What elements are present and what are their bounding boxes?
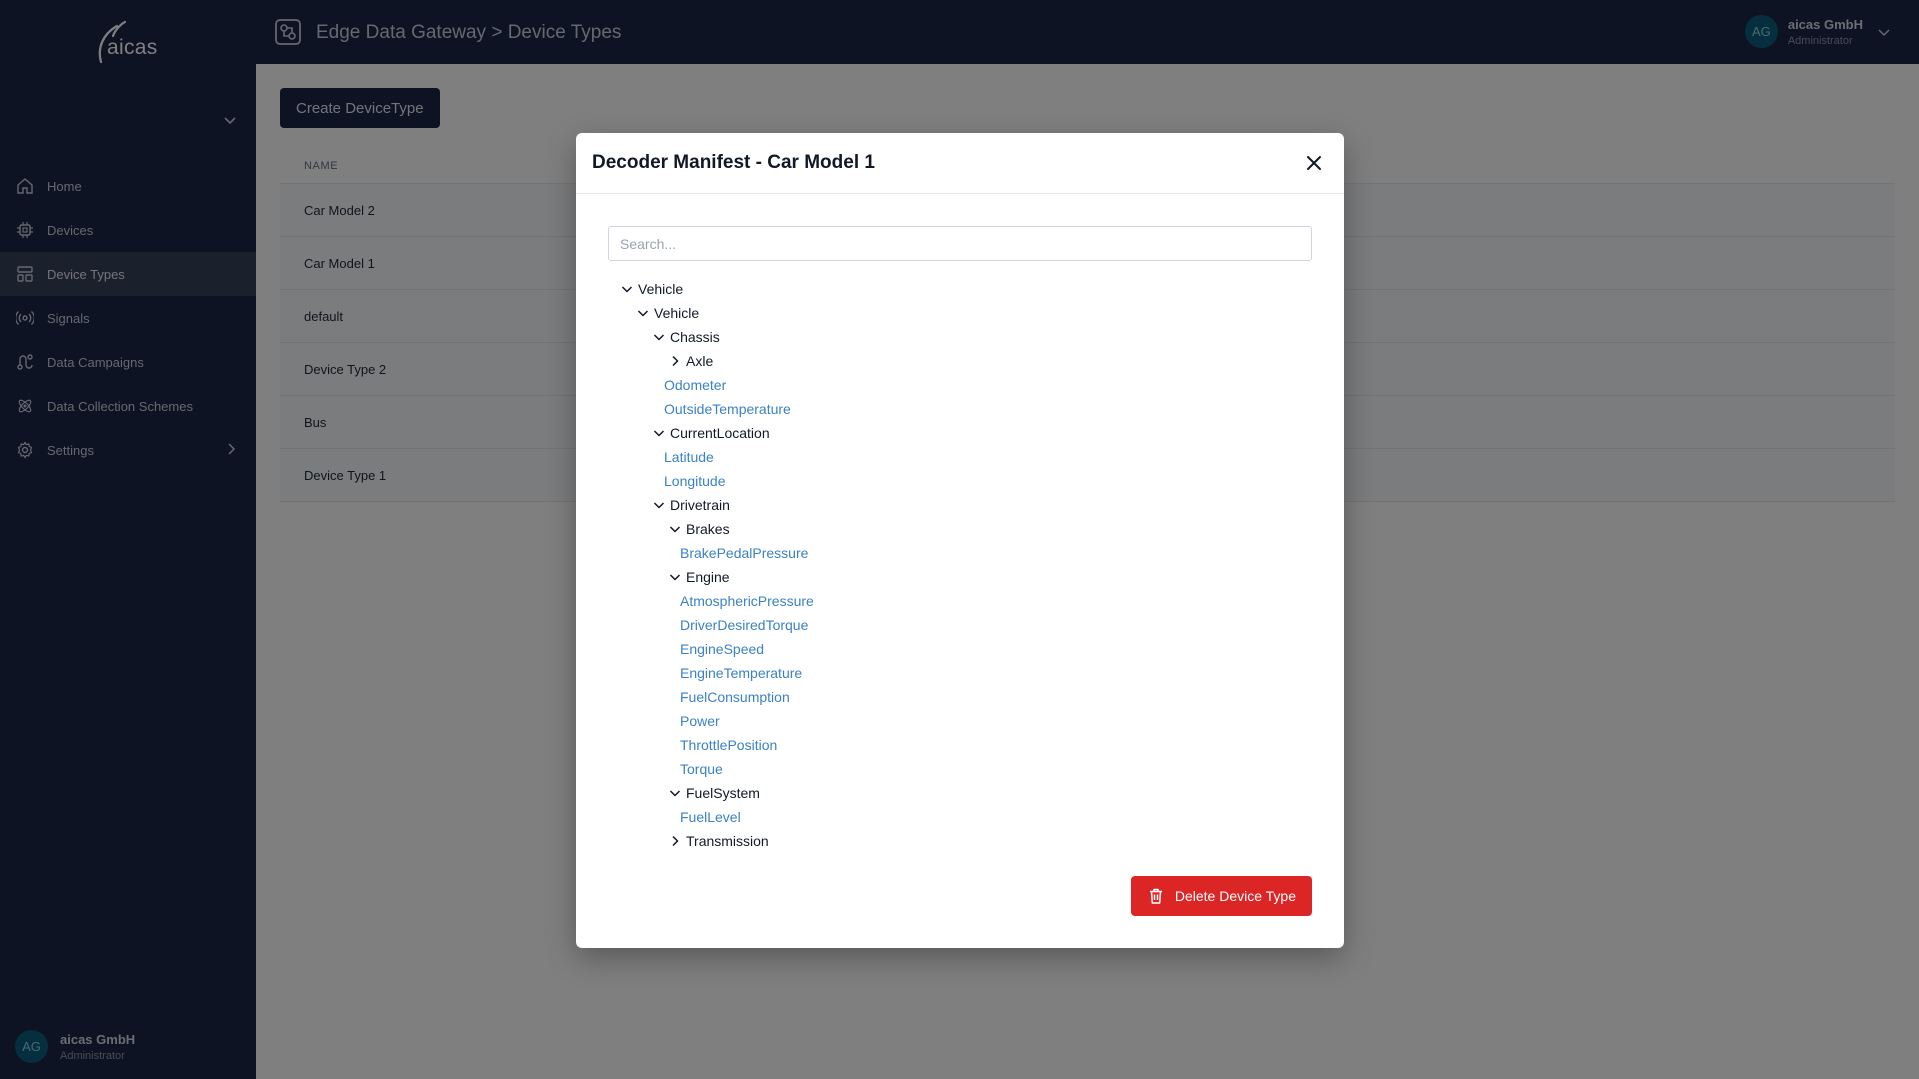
tree-label[interactable]: FuelLevel bbox=[680, 809, 741, 825]
chevron-right-icon[interactable] bbox=[668, 834, 682, 848]
tree-label: Brakes bbox=[686, 521, 730, 537]
delete-device-type-button[interactable]: Delete Device Type bbox=[1130, 876, 1312, 916]
tree-label[interactable]: EngineSpeed bbox=[680, 641, 764, 657]
tree-node[interactable]: Transmission bbox=[620, 829, 1320, 853]
tree-label[interactable]: Longitude bbox=[664, 473, 726, 489]
chevron-down-icon[interactable] bbox=[620, 282, 634, 296]
tree-leaf[interactable]: EngineSpeed bbox=[620, 637, 1320, 661]
tree-label[interactable]: BrakePedalPressure bbox=[680, 545, 808, 561]
chevron-down-icon[interactable] bbox=[652, 426, 666, 440]
tree-label[interactable]: Torque bbox=[680, 761, 723, 777]
tree-label: Drivetrain bbox=[670, 497, 730, 513]
tree-leaf[interactable]: Torque bbox=[620, 757, 1320, 781]
tree-label: CurrentLocation bbox=[670, 425, 770, 441]
tree-label[interactable]: EngineTemperature bbox=[680, 665, 802, 681]
tree-label: Transmission bbox=[686, 833, 769, 849]
tree-label: Vehicle bbox=[638, 281, 684, 297]
trash-icon bbox=[1149, 888, 1162, 904]
tree-label[interactable]: Odometer bbox=[664, 377, 726, 393]
tree-leaf[interactable]: FuelConsumption bbox=[620, 685, 1320, 709]
chevron-right-icon[interactable] bbox=[668, 354, 682, 368]
tree-leaf[interactable]: BrakePedalPressure bbox=[620, 541, 1320, 565]
search-input[interactable] bbox=[608, 226, 1312, 261]
delete-button-label: Delete Device Type bbox=[1174, 888, 1296, 904]
tree-leaf[interactable]: EngineTemperature bbox=[620, 661, 1320, 685]
tree-node[interactable]: FuelSystem bbox=[620, 781, 1320, 805]
tree-label[interactable]: DriverDesiredTorque bbox=[680, 617, 808, 633]
tree-leaf[interactable]: DriverDesiredTorque bbox=[620, 613, 1320, 637]
tree-node[interactable]: Engine bbox=[620, 565, 1320, 589]
tree-label[interactable]: Power bbox=[680, 713, 720, 729]
modal-header: Decoder Manifest - Car Model 1 bbox=[576, 133, 1344, 194]
tree-label[interactable]: Latitude bbox=[664, 449, 714, 465]
chevron-down-icon[interactable] bbox=[652, 498, 666, 512]
tree-node[interactable]: Vehicle bbox=[620, 277, 1320, 301]
tree-label[interactable]: OutsideTemperature bbox=[664, 401, 791, 417]
tree-leaf[interactable]: OutsideTemperature bbox=[620, 397, 1320, 421]
chevron-down-icon[interactable] bbox=[668, 522, 682, 536]
tree-node[interactable]: Axle bbox=[620, 349, 1320, 373]
tree-leaf[interactable]: Odometer bbox=[620, 373, 1320, 397]
tree-node[interactable]: Drivetrain bbox=[620, 493, 1320, 517]
tree-leaf[interactable]: AtmosphericPressure bbox=[620, 589, 1320, 613]
tree-node[interactable]: CurrentLocation bbox=[620, 421, 1320, 445]
tree-label[interactable]: AtmosphericPressure bbox=[680, 593, 814, 609]
tree-leaf[interactable]: FuelLevel bbox=[620, 805, 1320, 829]
tree-label: FuelSystem bbox=[686, 785, 760, 801]
tree-leaf[interactable]: Latitude bbox=[620, 445, 1320, 469]
chevron-down-icon[interactable] bbox=[668, 570, 682, 584]
tree-node[interactable]: Brakes bbox=[620, 517, 1320, 541]
modal-title: Decoder Manifest - Car Model 1 bbox=[592, 152, 875, 173]
tree-node[interactable]: Vehicle bbox=[620, 301, 1320, 325]
tree-label: Engine bbox=[686, 569, 730, 585]
decoder-manifest-modal: Decoder Manifest - Car Model 1 VehicleVe… bbox=[576, 133, 1344, 948]
tree-leaf[interactable]: Power bbox=[620, 709, 1320, 733]
close-icon[interactable] bbox=[1304, 153, 1324, 173]
tree-label[interactable]: FuelConsumption bbox=[680, 689, 790, 705]
chevron-down-icon[interactable] bbox=[668, 786, 682, 800]
manifest-tree: Vehicle Vehicle Chassis Axle Odometer Outside… bbox=[620, 277, 1320, 853]
tree-label: Axle bbox=[686, 353, 714, 369]
tree-node[interactable]: Chassis bbox=[620, 325, 1320, 349]
tree-label: Chassis bbox=[670, 329, 720, 345]
chevron-down-icon[interactable] bbox=[652, 330, 666, 344]
tree-label[interactable]: ThrottlePosition bbox=[680, 737, 777, 753]
chevron-down-icon[interactable] bbox=[636, 306, 650, 320]
tree-label: Vehicle bbox=[654, 305, 700, 321]
tree-leaf[interactable]: Longitude bbox=[620, 469, 1320, 493]
tree-leaf[interactable]: ThrottlePosition bbox=[620, 733, 1320, 757]
